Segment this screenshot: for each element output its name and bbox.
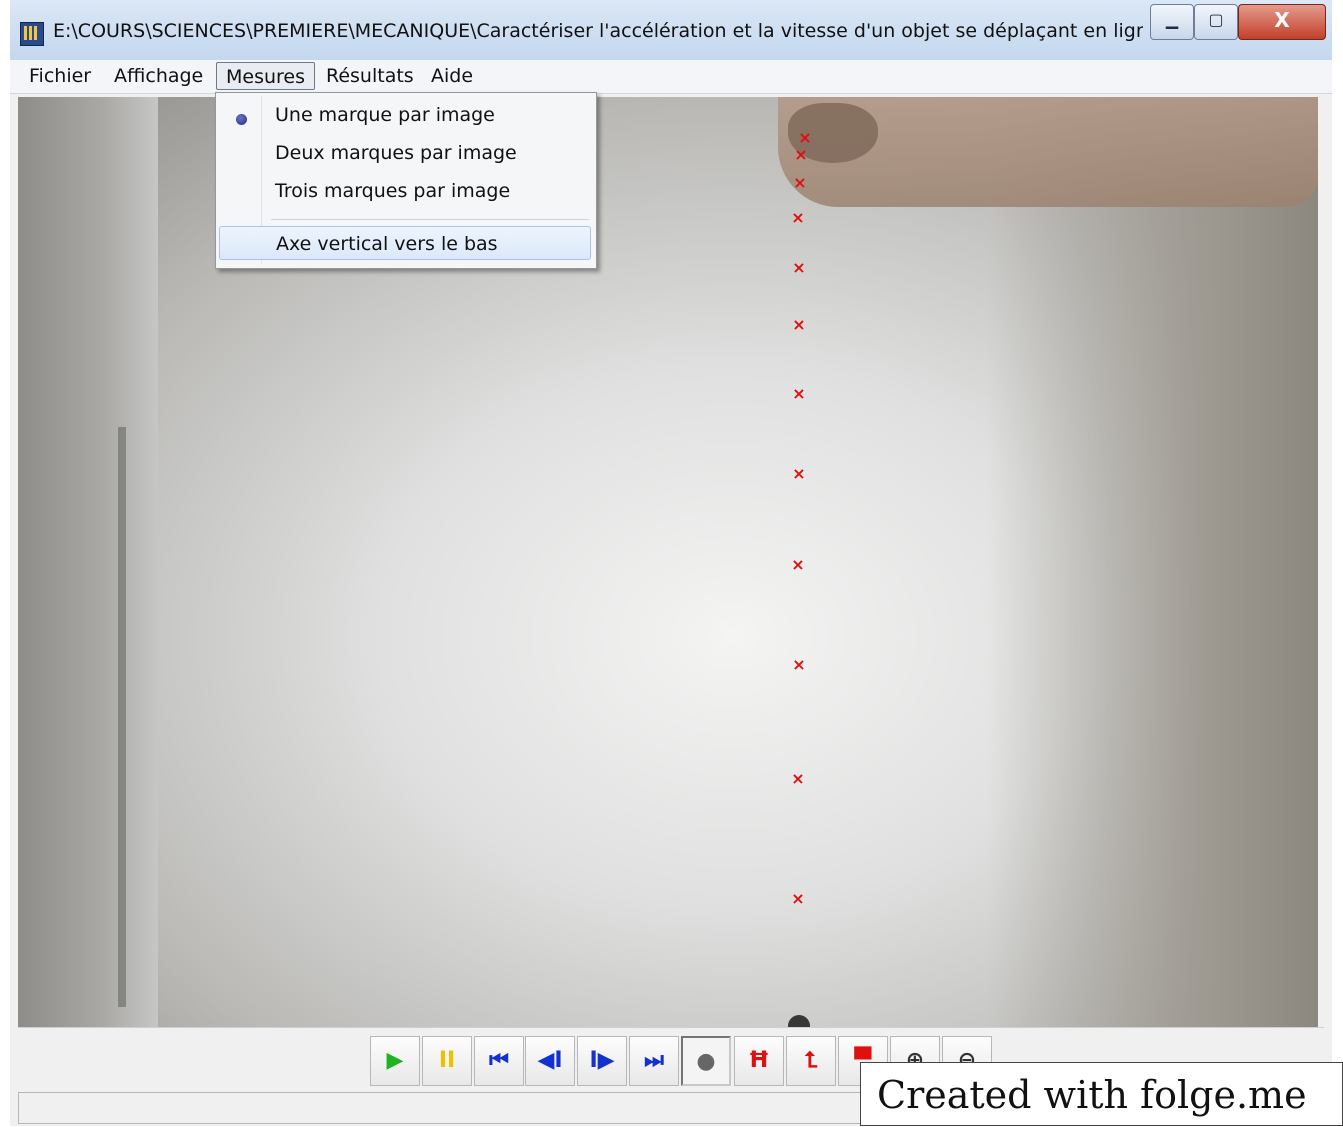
trajectory-mark: ×: [792, 315, 806, 334]
point-tool-button[interactable]: ●: [681, 1036, 731, 1086]
menu-fichier[interactable]: Fichier: [20, 62, 100, 90]
window-title: E:\COURS\SCIENCES\PREMIERE\MECANIQUE\Car…: [53, 20, 1143, 42]
watermark: Created with folge.me: [860, 1062, 1343, 1126]
background-shadow: [988, 97, 1318, 1027]
point-tool-icon: ●: [696, 1049, 716, 1074]
next-frame-button[interactable]: I▶: [577, 1036, 627, 1086]
menu-option-deux-marques[interactable]: Deux marques par image: [219, 136, 591, 170]
title-bar: E:\COURS\SCIENCES\PREMIERE\MECANIQUE\Car…: [10, 0, 1332, 61]
axes-tool-icon: ⮤: [804, 1048, 818, 1073]
close-button[interactable]: X: [1238, 4, 1326, 40]
pause-icon: II: [438, 1048, 456, 1073]
menu-bar: Fichier Affichage Mesures Résultats Aide: [10, 60, 1332, 94]
radio-selected-icon: [236, 114, 247, 125]
axes-tool-button[interactable]: ⮤: [786, 1036, 836, 1086]
last-frame-button[interactable]: ⏭: [629, 1036, 679, 1086]
trajectory-mark: ×: [791, 889, 805, 908]
menu-option-label: Trois marques par image: [275, 180, 511, 202]
minimize-button[interactable]: ▁: [1150, 4, 1194, 40]
ball-image: [788, 1015, 810, 1027]
trajectory-mark: ×: [792, 464, 806, 483]
trajectory-mark: ×: [792, 655, 806, 674]
first-frame-icon: ⏮: [489, 1048, 509, 1073]
menu-affichage[interactable]: Affichage: [105, 62, 212, 90]
application-window: E:\COURS\SCIENCES\PREMIERE\MECANIQUE\Car…: [10, 0, 1332, 1126]
menu-aide[interactable]: Aide: [422, 62, 482, 90]
maximize-button[interactable]: ▢: [1194, 4, 1238, 40]
last-frame-icon: ⏭: [644, 1048, 664, 1073]
menu-option-trois-marques[interactable]: Trois marques par image: [219, 174, 591, 208]
first-frame-button[interactable]: ⏮: [474, 1036, 524, 1086]
prev-frame-button[interactable]: ◀I: [525, 1036, 575, 1086]
trajectory-mark: ×: [792, 384, 806, 403]
pause-button[interactable]: II: [422, 1036, 472, 1086]
menu-option-axe-vertical[interactable]: Axe vertical vers le bas: [219, 226, 591, 260]
trajectory-mark: ×: [798, 128, 812, 147]
menu-option-label: Une marque par image: [275, 104, 495, 126]
trajectory-mark: ×: [792, 258, 806, 277]
video-frame[interactable]: × × × × × × × × × × × ×: [18, 97, 1318, 1027]
scale-tool-icon: Ħ: [748, 1048, 770, 1073]
trajectory-mark: ×: [791, 208, 805, 227]
prev-frame-icon: ◀I: [537, 1048, 563, 1073]
film-app-icon: [20, 22, 44, 46]
next-frame-icon: I▶: [589, 1048, 615, 1073]
menu-resultats[interactable]: Résultats: [317, 62, 423, 90]
trajectory-mark: ×: [791, 555, 805, 574]
menu-option-label: Axe vertical vers le bas: [276, 233, 498, 255]
menu-option-label: Deux marques par image: [275, 142, 517, 164]
background-post: [118, 427, 126, 1007]
scale-tool-button[interactable]: Ħ: [734, 1036, 784, 1086]
trajectory-mark: ×: [794, 145, 808, 164]
menu-mesures[interactable]: Mesures: [216, 62, 316, 90]
play-icon: ▶: [386, 1048, 404, 1073]
trajectory-mark: ×: [793, 173, 807, 192]
trajectory-mark: ×: [791, 769, 805, 788]
background-wall-edge: [18, 97, 158, 1027]
play-button[interactable]: ▶: [370, 1036, 420, 1086]
menu-option-une-marque[interactable]: Une marque par image: [219, 98, 591, 132]
menu-separator: [271, 219, 589, 220]
mesures-dropdown-menu: Une marque par image Deux marques par im…: [215, 92, 597, 269]
